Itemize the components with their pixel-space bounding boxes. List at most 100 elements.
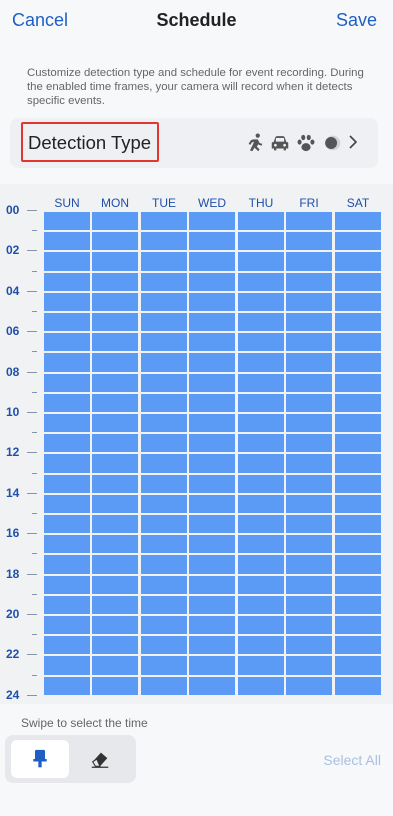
schedule-cell[interactable] <box>238 575 284 594</box>
schedule-cell[interactable] <box>92 494 138 513</box>
schedule-cell[interactable] <box>286 616 332 635</box>
schedule-cell[interactable] <box>141 595 187 614</box>
schedule-cell[interactable] <box>335 656 381 675</box>
schedule-cell[interactable] <box>141 676 187 695</box>
schedule-cell[interactable] <box>238 656 284 675</box>
schedule-cell[interactable] <box>189 454 235 473</box>
schedule-cell[interactable] <box>335 595 381 614</box>
schedule-cell[interactable] <box>141 474 187 493</box>
schedule-cell[interactable] <box>238 636 284 655</box>
schedule-cell[interactable] <box>335 252 381 271</box>
schedule-cell[interactable] <box>189 555 235 574</box>
schedule-cell[interactable] <box>92 353 138 372</box>
schedule-cell[interactable] <box>44 232 90 251</box>
schedule-cell[interactable] <box>238 535 284 554</box>
schedule-cell[interactable] <box>92 595 138 614</box>
schedule-cell[interactable] <box>286 595 332 614</box>
schedule-cell[interactable] <box>286 535 332 554</box>
schedule-cell[interactable] <box>238 353 284 372</box>
schedule-cell[interactable] <box>238 434 284 453</box>
schedule-cell[interactable] <box>238 333 284 352</box>
schedule-cell[interactable] <box>92 474 138 493</box>
schedule-cell[interactable] <box>92 616 138 635</box>
schedule-cell[interactable] <box>335 414 381 433</box>
schedule-cell[interactable] <box>335 313 381 332</box>
schedule-cell[interactable] <box>44 212 90 231</box>
schedule-cell[interactable] <box>141 555 187 574</box>
schedule-cell[interactable] <box>189 252 235 271</box>
schedule-cell[interactable] <box>286 252 332 271</box>
schedule-cell[interactable] <box>238 272 284 291</box>
schedule-cell[interactable] <box>238 313 284 332</box>
schedule-cell[interactable] <box>189 434 235 453</box>
schedule-cell[interactable] <box>141 333 187 352</box>
schedule-cell[interactable] <box>335 232 381 251</box>
schedule-cell[interactable] <box>286 515 332 534</box>
schedule-cell[interactable] <box>238 555 284 574</box>
schedule-cell[interactable] <box>286 232 332 251</box>
detection-type-row[interactable]: Detection Type <box>10 118 378 168</box>
schedule-cell[interactable] <box>335 272 381 291</box>
schedule-cell[interactable] <box>286 494 332 513</box>
schedule-cell[interactable] <box>189 373 235 392</box>
schedule-cell[interactable] <box>92 373 138 392</box>
schedule-cell[interactable] <box>44 393 90 412</box>
schedule-cell[interactable] <box>141 313 187 332</box>
schedule-cell[interactable] <box>141 212 187 231</box>
schedule-cell[interactable] <box>189 333 235 352</box>
schedule-cell[interactable] <box>92 212 138 231</box>
schedule-cell[interactable] <box>238 414 284 433</box>
schedule-cell[interactable] <box>335 353 381 372</box>
schedule-cell[interactable] <box>44 535 90 554</box>
schedule-cell[interactable] <box>335 212 381 231</box>
schedule-cell[interactable] <box>44 434 90 453</box>
schedule-cell[interactable] <box>335 515 381 534</box>
schedule-cell[interactable] <box>189 414 235 433</box>
schedule-cell[interactable] <box>44 353 90 372</box>
schedule-cell[interactable] <box>141 232 187 251</box>
schedule-cell[interactable] <box>141 515 187 534</box>
schedule-cell[interactable] <box>335 676 381 695</box>
schedule-cell[interactable] <box>92 656 138 675</box>
schedule-cell[interactable] <box>92 272 138 291</box>
schedule-cell[interactable] <box>44 313 90 332</box>
schedule-cell[interactable] <box>189 656 235 675</box>
schedule-cell[interactable] <box>335 494 381 513</box>
schedule-cell[interactable] <box>335 575 381 594</box>
schedule-cell[interactable] <box>44 515 90 534</box>
schedule-cell[interactable] <box>189 272 235 291</box>
schedule-cell[interactable] <box>286 676 332 695</box>
schedule-cell[interactable] <box>238 373 284 392</box>
schedule-cell[interactable] <box>286 353 332 372</box>
schedule-cell[interactable] <box>189 353 235 372</box>
schedule-cell[interactable] <box>44 616 90 635</box>
schedule-cell[interactable] <box>238 494 284 513</box>
schedule-cell[interactable] <box>238 616 284 635</box>
schedule-cell[interactable] <box>44 414 90 433</box>
schedule-cell[interactable] <box>141 353 187 372</box>
schedule-cell[interactable] <box>189 494 235 513</box>
schedule-cell[interactable] <box>92 313 138 332</box>
schedule-cell[interactable] <box>238 252 284 271</box>
schedule-cell[interactable] <box>335 333 381 352</box>
schedule-cell[interactable] <box>189 676 235 695</box>
schedule-cell[interactable] <box>92 333 138 352</box>
schedule-cell[interactable] <box>286 414 332 433</box>
schedule-cell[interactable] <box>286 212 332 231</box>
schedule-cell[interactable] <box>141 252 187 271</box>
schedule-cell[interactable] <box>189 212 235 231</box>
schedule-cell[interactable] <box>44 373 90 392</box>
select-all-button[interactable]: Select All <box>323 752 381 768</box>
schedule-cell[interactable] <box>286 272 332 291</box>
schedule-cell[interactable] <box>141 454 187 473</box>
schedule-cell[interactable] <box>141 494 187 513</box>
schedule-cell[interactable] <box>44 676 90 695</box>
schedule-cell[interactable] <box>141 616 187 635</box>
schedule-cell[interactable] <box>238 232 284 251</box>
brush-tool-button[interactable] <box>11 740 69 778</box>
schedule-cell[interactable] <box>44 595 90 614</box>
schedule-cell[interactable] <box>44 575 90 594</box>
schedule-cell[interactable] <box>141 393 187 412</box>
schedule-cell[interactable] <box>238 474 284 493</box>
schedule-cell[interactable] <box>92 434 138 453</box>
